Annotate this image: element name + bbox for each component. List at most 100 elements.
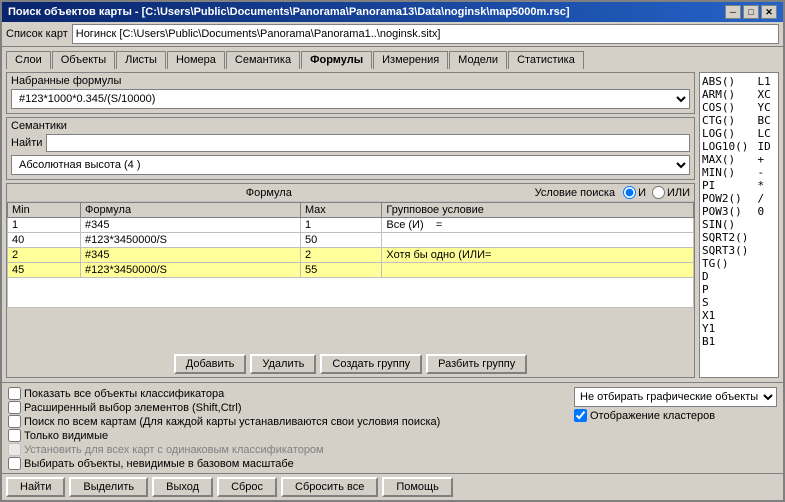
table-row[interactable]: 1 #345 1 Все (И) = [8,218,694,233]
cell-min: 2 [8,248,81,263]
func-pi[interactable]: PI [702,179,754,192]
func-min[interactable]: MIN() [702,166,754,179]
func-max[interactable]: MAX() [702,153,754,166]
tab-numbers[interactable]: Номера [167,51,225,69]
checkbox-show-all[interactable] [8,387,21,400]
split-group-button[interactable]: Разбить группу [426,354,527,374]
checkbox-invisible-base[interactable] [8,457,21,470]
tab-objects[interactable]: Объекты [52,51,115,69]
func-ctg[interactable]: CTG() [702,114,754,127]
close-button[interactable]: ✕ [761,5,777,19]
code-lc: LC [758,127,776,140]
checkbox-all-maps[interactable] [8,415,21,428]
create-group-button[interactable]: Создать группу [320,354,422,374]
func-tg[interactable]: TG() [702,257,754,270]
tab-measurements[interactable]: Измерения [373,51,448,69]
reset-button[interactable]: Сброс [217,477,277,497]
func-pow2[interactable]: POW2() [702,192,754,205]
select-button[interactable]: Выделить [69,477,148,497]
formula-buttons: Добавить Удалить Создать группу Разбить … [7,351,694,377]
cell-max: 2 [301,248,382,263]
saved-formulas-group: Набранные формулы #123*1000*0.345/(S/100… [6,72,695,114]
func-p[interactable]: P [702,283,754,296]
code-bc: BC [758,114,776,127]
func-x1[interactable]: X1 [702,309,754,322]
delete-button[interactable]: Удалить [250,354,316,374]
func-b1[interactable]: B1 [702,335,754,348]
checkbox-extended[interactable] [8,401,21,414]
bottom-split: Показать все объекты классификатора Расш… [8,387,777,471]
checkbox-row-2: Расширенный выбор элементов (Shift,Ctrl) [8,401,566,414]
tab-formulas[interactable]: Формулы [301,51,372,69]
code-l1: L1 [758,75,776,88]
exit-button[interactable]: Выход [152,477,213,497]
checkbox-row-4: Только видимые [8,429,566,442]
map-list-input[interactable] [72,24,779,44]
code-zero: 0 [758,205,776,218]
bottom-panel: Показать все объекты классификатора Расш… [2,382,783,473]
func-log10[interactable]: LOG10() [702,140,754,153]
func-pow3[interactable]: POW3() [702,205,754,218]
code-d-empty [758,270,776,283]
col-min: Min [8,203,81,218]
find-button[interactable]: Найти [6,477,65,497]
help-button[interactable]: Помощь [382,477,453,497]
radio-or[interactable] [652,186,665,199]
action-buttons-bar: Найти Выделить Выход Сброс Сбросить все … [2,473,783,500]
cell-formula: #123*3450000/S [81,263,301,278]
checkbox-all-maps-label: Поиск по всем картам (Для каждой карты у… [24,416,440,428]
checkbox-invisible-label: Выбирать объекты, невидимые в базовом ма… [24,458,294,470]
semantics-find-label: Найти [11,137,42,149]
add-button[interactable]: Добавить [174,354,247,374]
table-row[interactable]: 2 #345 2 Хотя бы одно (ИЛИ= [8,248,694,263]
checkbox-all-same-class [8,443,21,456]
tab-models[interactable]: Модели [449,51,507,69]
checkbox-visible-only[interactable] [8,429,21,442]
maximize-button[interactable]: □ [743,5,759,19]
func-s[interactable]: S [702,296,754,309]
func-log[interactable]: LOG() [702,127,754,140]
saved-formulas-combo[interactable]: #123*1000*0.345/(S/10000) [11,89,690,109]
formula-table: Min Формула Max Групповое условие 1 #345… [7,202,694,308]
cell-group: Хотя бы одно (ИЛИ= [382,248,694,263]
func-d[interactable]: D [702,270,754,283]
func-sin[interactable]: SIN() [702,218,754,231]
func-cos[interactable]: COS() [702,101,754,114]
code-xc: XC [758,88,776,101]
table-row[interactable]: 40 #123*3450000/S 50 [8,233,694,248]
code-sqrt2-empty [758,231,776,244]
func-y1[interactable]: Y1 [702,322,754,335]
tab-semantics[interactable]: Семантика [226,51,300,69]
tab-layers[interactable]: Слои [6,51,51,69]
tabs-bar: Слои Объекты Листы Номера Семантика Форм… [2,47,783,68]
right-functions-panel: ABS()L1 ARM()XC COS()YC CTG()BC LOG()LC … [699,72,779,378]
cluster-checkbox[interactable] [574,409,587,422]
cell-group [382,263,694,278]
table-row[interactable]: 45 #123*3450000/S 55 [8,263,694,278]
semantics-find-input[interactable] [46,134,690,152]
bottom-right: Не отбирать графические объекты Отображе… [574,387,777,423]
minimize-button[interactable]: ─ [725,5,741,19]
func-abs[interactable]: ABS() [702,75,754,88]
radio-or-label[interactable]: ИЛИ [652,186,690,199]
radio-and-label[interactable]: И [623,186,646,199]
checkbox-all-same-class-label: Установить для всех карт с одинаковым кл… [24,444,324,456]
title-text: Поиск объектов карты - [C:\Users\Public\… [8,6,570,18]
radio-and[interactable] [623,186,636,199]
tab-sheets[interactable]: Листы [116,51,166,69]
cell-group [382,233,694,248]
code-id: ID [758,140,776,153]
func-sqrt3[interactable]: SQRT3() [702,244,754,257]
cell-min: 1 [8,218,81,233]
tab-statistics[interactable]: Статистика [508,51,584,69]
func-arm[interactable]: ARM() [702,88,754,101]
code-b1-empty [758,335,776,348]
table-row-empty [8,278,694,308]
reset-all-button[interactable]: Сбросить все [281,477,378,497]
func-sqrt2[interactable]: SQRT2() [702,231,754,244]
code-p-empty [758,283,776,296]
code-s-empty [758,296,776,309]
graphic-objects-dropdown[interactable]: Не отбирать графические объекты [574,387,777,407]
title-bar: Поиск объектов карты - [C:\Users\Public\… [2,2,783,22]
semantics-combo[interactable]: Абсолютная высота (4 ) [11,155,690,175]
